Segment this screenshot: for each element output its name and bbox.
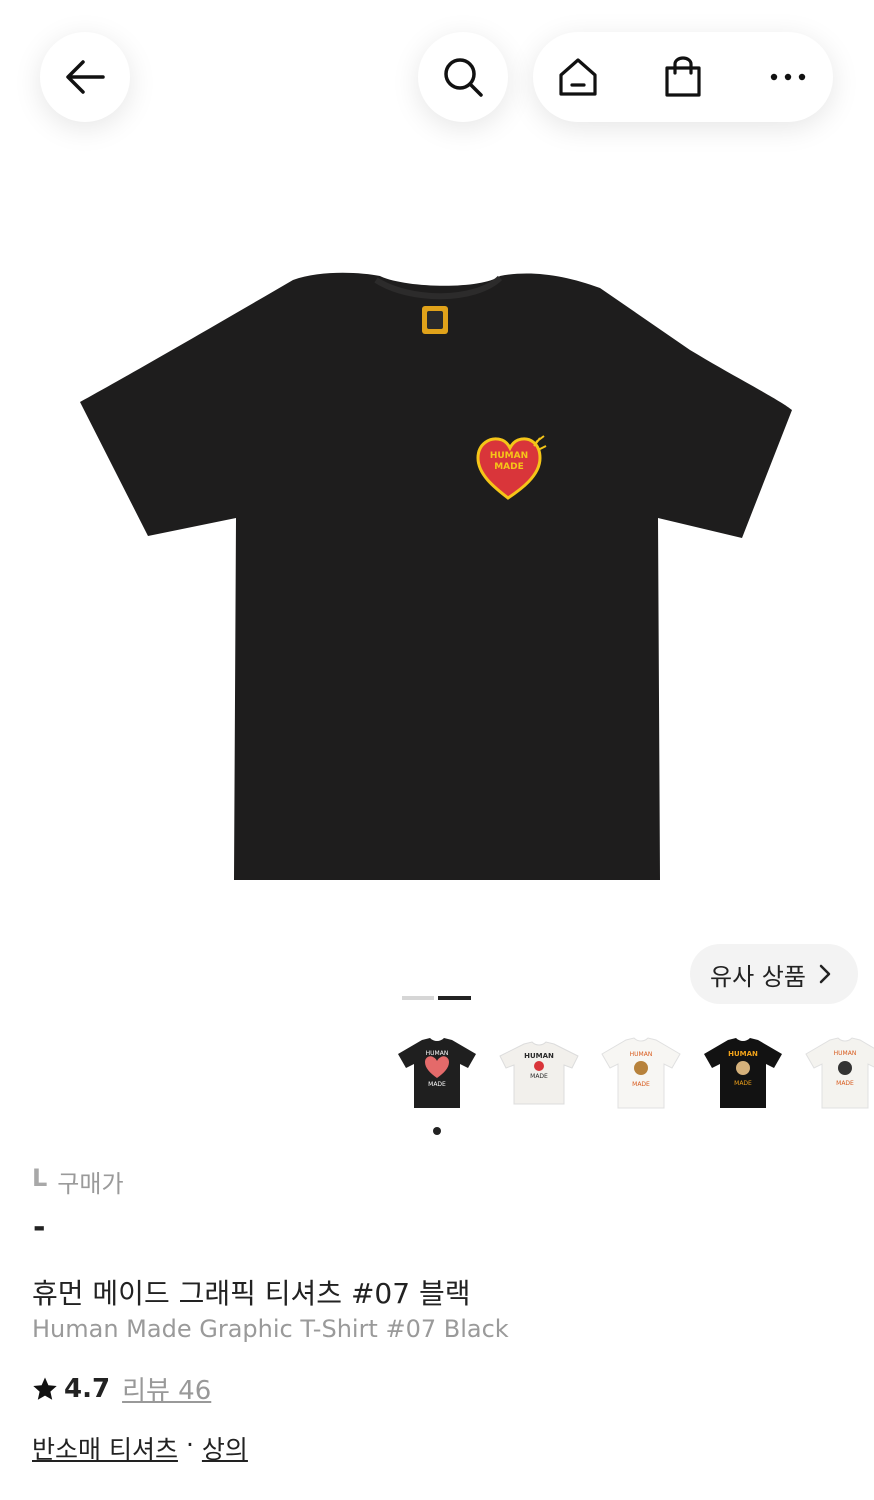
- thumbnail-strip: HUMAN MADE HUMAN MADE HUMAN MADE HUMAN M…: [392, 1028, 874, 1118]
- svg-text:HUMAN: HUMAN: [524, 1052, 554, 1060]
- home-button[interactable]: [553, 52, 603, 102]
- search-icon: [444, 58, 483, 97]
- svg-text:HUMAN: HUMAN: [834, 1050, 857, 1057]
- home-icon: [559, 58, 597, 96]
- thumbnail-5[interactable]: HUMAN MADE: [800, 1028, 874, 1118]
- thumbnail-4[interactable]: HUMAN MADE: [698, 1028, 788, 1118]
- carousel-indicator-2[interactable]: [438, 996, 471, 1000]
- star-icon: [33, 1377, 57, 1400]
- svg-text:MADE: MADE: [530, 1073, 548, 1080]
- product-image: HUMAN MADE: [80, 272, 792, 880]
- heart-logo-text-bottom: MADE: [494, 462, 524, 472]
- size-price-label-row: L 구매가: [32, 1164, 124, 1199]
- price-label: 구매가: [57, 1170, 124, 1198]
- thumbnail-2[interactable]: HUMAN MADE: [494, 1028, 584, 1118]
- rating-score: 4.7: [64, 1373, 111, 1404]
- carousel-indicator-1[interactable]: [402, 996, 434, 1000]
- chevron-right-icon: [819, 964, 831, 984]
- similar-products-button[interactable]: 유사 상품: [690, 944, 858, 1004]
- price-value: -: [33, 1210, 46, 1245]
- svg-text:HUMAN: HUMAN: [426, 1050, 449, 1057]
- category-separator: ·: [185, 1430, 194, 1459]
- cart-button[interactable]: [658, 52, 708, 102]
- reviews-link[interactable]: 리뷰 46: [122, 1370, 211, 1407]
- selected-size: L: [32, 1164, 48, 1192]
- thumbnail-1[interactable]: HUMAN MADE: [392, 1028, 482, 1118]
- product-title-korean: 휴먼 메이드 그래픽 티셔츠 #07 블랙: [32, 1277, 471, 1310]
- rating-row: 4.7 리뷰 46: [32, 1370, 211, 1407]
- svg-text:MADE: MADE: [734, 1080, 752, 1087]
- svg-text:MADE: MADE: [428, 1081, 446, 1088]
- category-breadcrumb: 반소매 티셔츠 · 상의: [32, 1430, 248, 1466]
- svg-text:MADE: MADE: [836, 1080, 854, 1087]
- svg-text:HUMAN: HUMAN: [630, 1051, 653, 1058]
- category-primary-link[interactable]: 반소매 티셔츠: [32, 1430, 178, 1466]
- nav-pill: [533, 32, 833, 122]
- shopping-bag-icon: [665, 56, 701, 97]
- arrow-left-icon: [66, 60, 105, 94]
- heart-logo-text-top: HUMAN: [490, 451, 528, 461]
- thumbnail-3[interactable]: HUMAN MADE: [596, 1028, 686, 1118]
- search-button[interactable]: [418, 32, 508, 122]
- product-title-english: Human Made Graphic T-Shirt #07 Black: [32, 1315, 509, 1343]
- more-horizontal-icon: [770, 73, 806, 81]
- thumbnail-page-dot: [433, 1127, 441, 1135]
- svg-text:MADE: MADE: [632, 1081, 650, 1088]
- back-button[interactable]: [40, 32, 130, 122]
- tshirt-body: [80, 272, 792, 880]
- svg-text:HUMAN: HUMAN: [728, 1050, 758, 1058]
- more-button[interactable]: [763, 52, 813, 102]
- category-secondary-link[interactable]: 상의: [202, 1430, 248, 1466]
- similar-products-label: 유사 상품: [710, 962, 806, 991]
- top-bar: [0, 0, 874, 190]
